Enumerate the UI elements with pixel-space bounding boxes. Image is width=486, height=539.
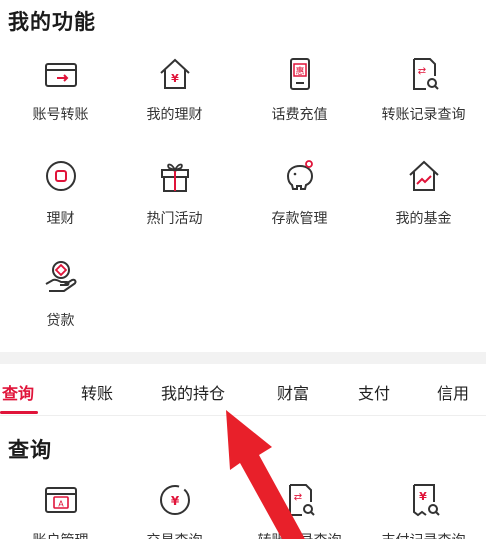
wealth-management-item[interactable]: 理财	[0, 152, 121, 242]
tab-wealth[interactable]: 财富	[277, 380, 309, 404]
my-functions-title: 我的功能	[8, 10, 96, 34]
account-transfer-item[interactable]: 账号转账	[0, 50, 121, 140]
grid-item-label: 热门活动	[146, 211, 203, 227]
transfer-record-query-item[interactable]: ⇄ 转账记录查询	[239, 478, 360, 539]
svg-text:⇄: ⇄	[417, 66, 425, 77]
svg-text:¥: ¥	[170, 494, 179, 508]
account-management-item[interactable]: A 账户管理	[0, 478, 121, 539]
svg-text:A: A	[58, 500, 64, 509]
house-yuan-icon: ¥	[159, 58, 190, 89]
grid-item-label: 账户管理	[0, 530, 121, 539]
transfer-card-icon	[44, 63, 77, 87]
payment-record-icon: ¥	[412, 484, 440, 517]
transaction-query-item[interactable]: ¥ 交易查询	[114, 478, 235, 539]
grid-item-label: 支付记录查询	[363, 530, 484, 539]
active-tab-indicator	[0, 411, 38, 414]
phone-recharge-icon: 惠	[289, 58, 310, 90]
my-wealth-item[interactable]: ¥ 我的理财	[114, 50, 235, 140]
circle-square-icon	[45, 161, 76, 191]
svg-text:¥: ¥	[419, 490, 427, 503]
grid-item-label: 转账记录查询	[239, 530, 360, 539]
gift-icon	[160, 163, 189, 192]
svg-text:惠: 惠	[295, 65, 304, 77]
grid-item-label: 理财	[46, 211, 75, 227]
transfer-record-icon: ⇄	[288, 484, 315, 516]
tab-my-holdings[interactable]: 我的持仓	[161, 380, 225, 404]
svg-text:⇄: ⇄	[293, 492, 301, 503]
grid-item-label: 贷款	[46, 313, 75, 329]
category-tabs: 查询 转账 我的持仓 财富 支付 信用	[0, 364, 486, 416]
grid-item-label: 交易查询	[114, 530, 235, 539]
grid-item-label: 我的基金	[395, 211, 452, 227]
tab-query[interactable]: 查询	[2, 380, 34, 404]
tab-credit[interactable]: 信用	[437, 380, 469, 404]
svg-text:¥: ¥	[171, 72, 179, 85]
piggy-bank-icon	[286, 160, 313, 190]
deposit-management-item[interactable]: 存款管理	[239, 152, 360, 242]
yuan-circle-icon: ¥	[159, 485, 190, 515]
phone-recharge-item[interactable]: 惠 话费充值	[239, 50, 360, 140]
section-divider	[0, 352, 486, 364]
house-chart-icon	[408, 160, 439, 191]
payment-record-query-item[interactable]: ¥ 支付记录查询	[363, 478, 484, 539]
tab-transfer[interactable]: 转账	[81, 380, 113, 404]
grid-item-label: 账号转账	[32, 107, 89, 123]
grid-item-label: 转账记录查询	[381, 107, 466, 123]
hand-coin-icon	[45, 261, 76, 292]
my-fund-item[interactable]: 我的基金	[363, 152, 484, 242]
grid-item-label: 存款管理	[271, 211, 328, 227]
transfer-record-item[interactable]: ⇄ 转账记录查询	[363, 50, 484, 140]
transfer-record-icon: ⇄	[412, 58, 439, 90]
grid-item-label: 我的理财	[146, 107, 203, 123]
loan-item[interactable]: 贷款	[0, 254, 121, 344]
tab-payment[interactable]: 支付	[358, 380, 390, 404]
query-section-title: 查询	[8, 438, 52, 462]
hot-activities-item[interactable]: 热门活动	[114, 152, 235, 242]
grid-item-label: 话费充值	[271, 107, 328, 123]
account-card-icon: A	[44, 487, 77, 513]
